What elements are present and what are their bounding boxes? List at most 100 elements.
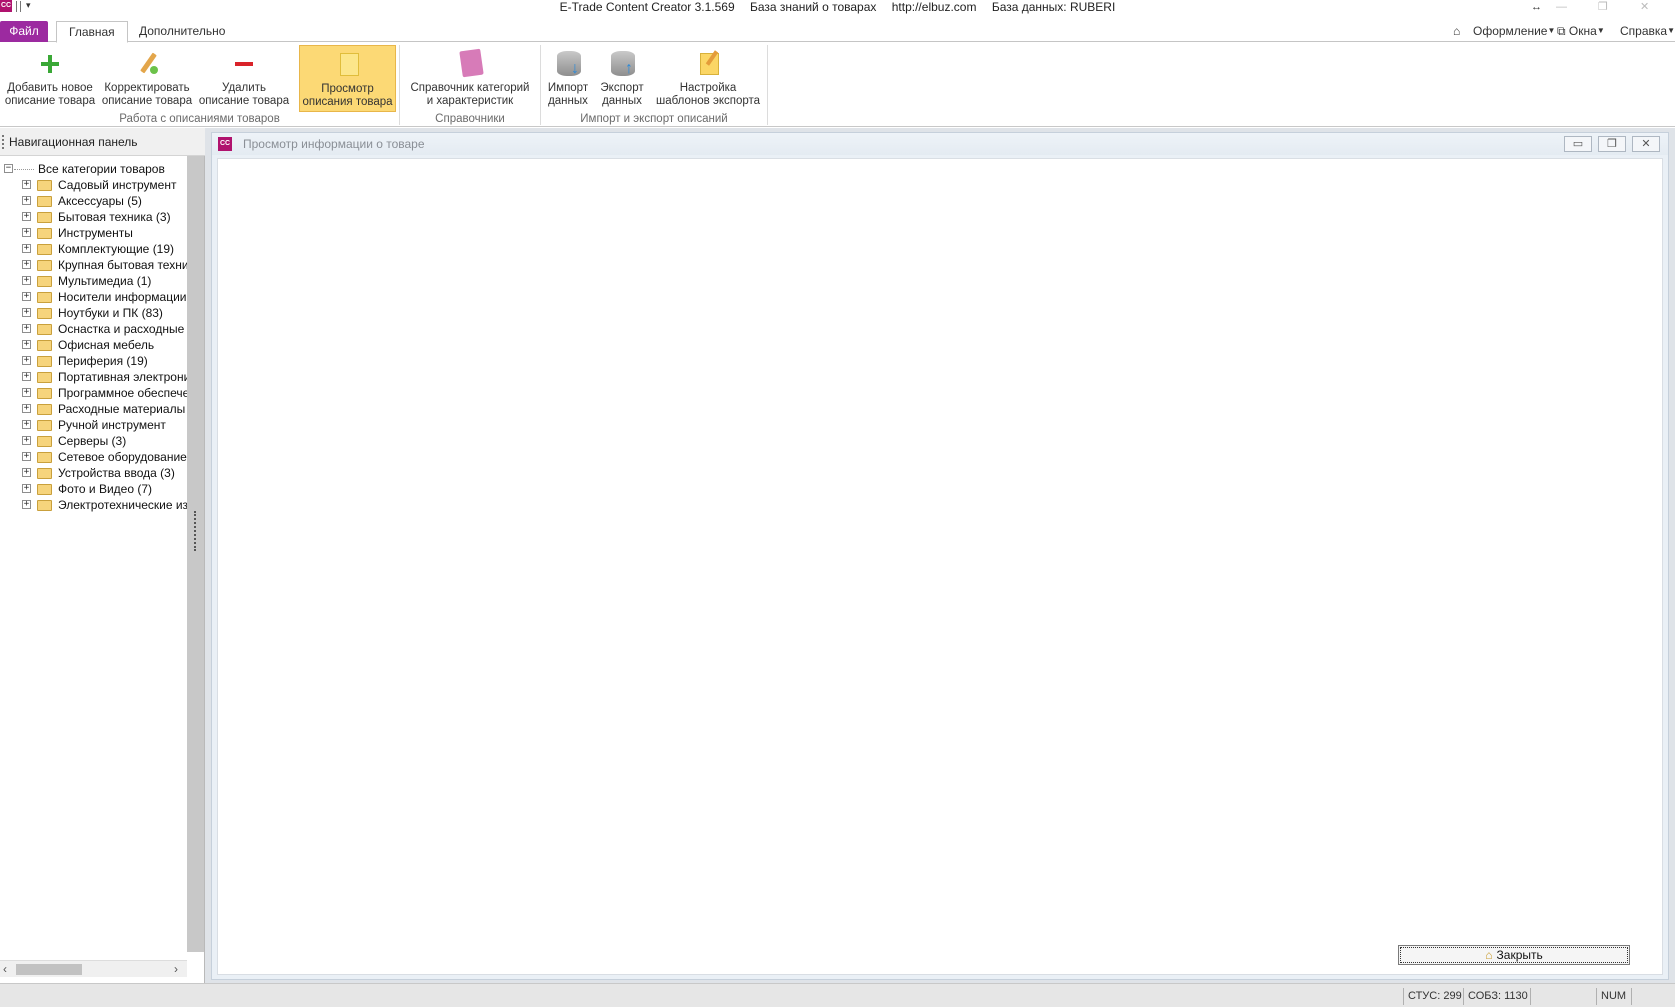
tree-item[interactable]: + Фото и Видео (7): [0, 481, 187, 497]
expand-icon[interactable]: +: [22, 180, 31, 189]
tree-item[interactable]: + Аксессуары (5): [0, 193, 187, 209]
tree-item[interactable]: + Носители информации: [0, 289, 187, 305]
expand-icon[interactable]: +: [22, 388, 31, 397]
expand-icon[interactable]: +: [22, 468, 31, 477]
status-bar: СТУС: 299 СОБЗ: 1130 NUM: [0, 983, 1675, 1007]
folder-icon: [37, 276, 52, 287]
button-label: описание товара: [198, 95, 290, 107]
expand-icon[interactable]: +: [22, 484, 31, 493]
expand-icon[interactable]: +: [22, 228, 31, 237]
tree-item[interactable]: + Сетевое оборудование: [0, 449, 187, 465]
minimize-icon[interactable]: —: [1556, 0, 1567, 14]
status-empty: [1631, 988, 1651, 1005]
panel-splitter[interactable]: [187, 156, 204, 952]
database-export-icon: [608, 50, 636, 78]
delete-description-button[interactable]: Удалить описание товара: [197, 45, 291, 112]
expand-icon[interactable]: +: [22, 404, 31, 413]
folder-icon: [37, 180, 52, 191]
close-button[interactable]: ⌂ Закрыть: [1398, 945, 1630, 965]
site-url: http://elbuz.com: [891, 0, 977, 14]
help-menu[interactable]: Справка▼: [1620, 23, 1675, 39]
windows-icon: ⧉: [1557, 24, 1566, 38]
minimize-window-icon[interactable]: ▭: [1564, 136, 1592, 152]
scrollbar-thumb[interactable]: [16, 964, 82, 975]
folder-icon: [37, 452, 52, 463]
expand-icon[interactable]: +: [22, 356, 31, 365]
expand-icon[interactable]: +: [22, 308, 31, 317]
tree-item[interactable]: + Программное обеспечение: [0, 385, 187, 401]
folder-icon: [37, 244, 52, 255]
folder-icon: [37, 324, 52, 335]
close-button-label: Закрыть: [1496, 948, 1543, 962]
tree-item[interactable]: + Офисная мебель: [0, 337, 187, 353]
expand-icon[interactable]: +: [22, 276, 31, 285]
style-menu[interactable]: Оформление▼: [1473, 23, 1555, 39]
drag-grip-icon[interactable]: [2, 135, 4, 149]
tab-home[interactable]: Главная: [56, 21, 128, 43]
tree-item[interactable]: + Инструменты: [0, 225, 187, 241]
folder-icon: [37, 196, 52, 207]
import-data-button[interactable]: Импорт данных: [545, 45, 591, 112]
resize-arrows-icon[interactable]: ↔: [1531, 0, 1542, 14]
book-icon: [456, 50, 484, 78]
expand-icon[interactable]: +: [22, 452, 31, 461]
expand-icon[interactable]: +: [22, 260, 31, 269]
expand-icon[interactable]: +: [22, 212, 31, 221]
tree-item-label: Аксессуары (5): [58, 194, 142, 208]
edit-description-button[interactable]: Корректировать описание товара: [100, 45, 194, 112]
horizontal-scrollbar[interactable]: ‹ ›: [0, 960, 187, 977]
expand-icon[interactable]: +: [22, 324, 31, 333]
button-label: Экспорт: [600, 82, 644, 94]
windows-menu[interactable]: ⧉ Окна▼: [1557, 23, 1605, 39]
tree-item[interactable]: + Комплектующие (19): [0, 241, 187, 257]
tree-item-label: Комплектующие (19): [58, 242, 175, 256]
button-label: данных: [602, 95, 642, 107]
tree-item[interactable]: + Электротехнические изделия: [0, 497, 187, 513]
template-edit-icon: [694, 50, 722, 78]
expand-icon[interactable]: +: [22, 420, 31, 429]
tree-item[interactable]: + Устройства ввода (3): [0, 465, 187, 481]
tab-file[interactable]: Файл: [0, 21, 48, 42]
knowledge-base-label: База знаний о товарах: [750, 0, 877, 14]
add-description-button[interactable]: Добавить новое описание товара: [3, 45, 97, 112]
app-logo-icon: CC: [218, 137, 232, 151]
restore-window-icon[interactable]: ❐: [1598, 136, 1626, 152]
restore-icon[interactable]: ❐: [1598, 0, 1608, 14]
expand-icon[interactable]: +: [22, 436, 31, 445]
tree-item[interactable]: + Портативная электроника: [0, 369, 187, 385]
expand-icon[interactable]: +: [22, 500, 31, 509]
tree-item[interactable]: + Периферия (19): [0, 353, 187, 369]
tree-root[interactable]: − Все категории товаров: [0, 161, 187, 177]
scroll-right-icon[interactable]: ›: [174, 962, 178, 976]
button-label: описание товара: [4, 95, 96, 107]
export-data-button[interactable]: Экспорт данных: [598, 45, 646, 112]
tree-item[interactable]: + Бытовая техника (3): [0, 209, 187, 225]
tree-item[interactable]: + Садовый инструмент: [0, 177, 187, 193]
tree-item[interactable]: + Мультимедиа (1): [0, 273, 187, 289]
tree-item[interactable]: + Серверы (3): [0, 433, 187, 449]
chevron-down-icon: ▼: [1547, 26, 1556, 35]
tree-item[interactable]: + Крупная бытовая техника: [0, 257, 187, 273]
tab-extra[interactable]: Дополнительно: [127, 21, 237, 43]
expand-icon[interactable]: +: [22, 244, 31, 253]
close-window-icon[interactable]: ✕: [1632, 136, 1660, 152]
expand-icon[interactable]: +: [22, 340, 31, 349]
export-templates-button[interactable]: Настройка шаблонов экспорта: [652, 45, 764, 112]
close-window-icon[interactable]: ✕: [1640, 0, 1649, 14]
tree-item[interactable]: + Ручной инструмент: [0, 417, 187, 433]
folder-icon: [37, 340, 52, 351]
expand-icon[interactable]: +: [22, 292, 31, 301]
status-stus: СТУС: 299: [1403, 988, 1466, 1005]
scroll-left-icon[interactable]: ‹: [3, 962, 7, 976]
collapse-ribbon-icon[interactable]: ⌂: [1453, 23, 1460, 39]
tree-item[interactable]: + Ноутбуки и ПК (83): [0, 305, 187, 321]
expand-icon[interactable]: +: [22, 196, 31, 205]
expand-icon[interactable]: +: [22, 372, 31, 381]
product-info-window: CC Просмотр информации о товаре ▭ ❐ ✕: [211, 132, 1669, 980]
tree-item[interactable]: + Расходные материалы: [0, 401, 187, 417]
workspace: Навигационная панель − Все категории това…: [0, 128, 1675, 983]
tree-item[interactable]: + Оснастка и расходные: [0, 321, 187, 337]
view-description-button[interactable]: Просмотр описания товара: [299, 45, 396, 112]
collapse-icon[interactable]: −: [4, 164, 13, 173]
reference-categories-button[interactable]: Справочник категорий и характеристик: [404, 45, 536, 112]
